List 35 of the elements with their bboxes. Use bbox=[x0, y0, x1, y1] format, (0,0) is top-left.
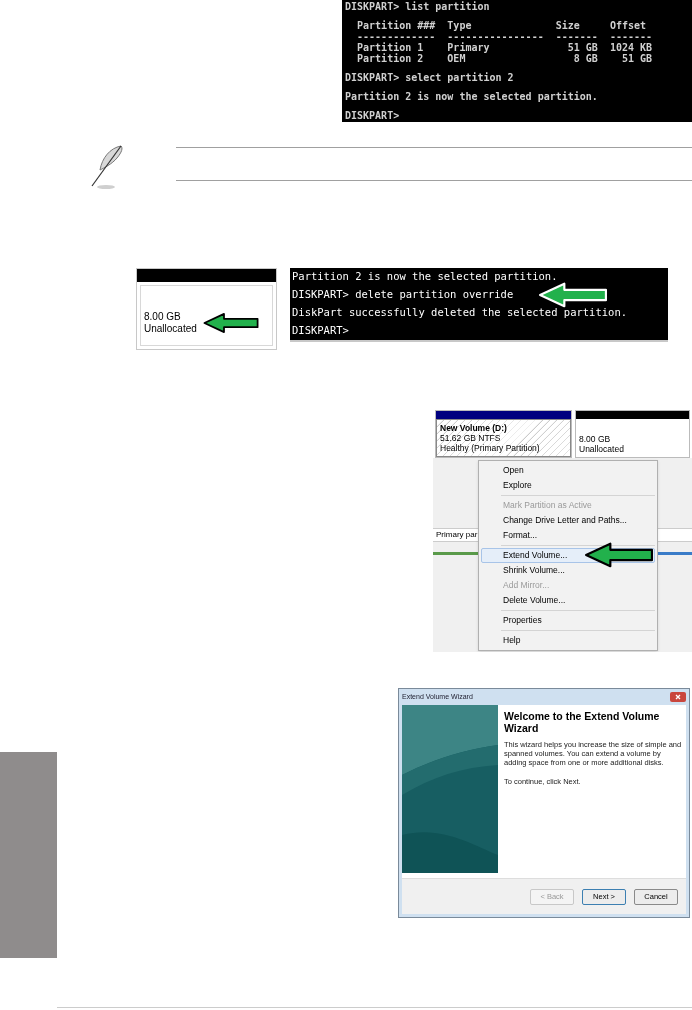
arrow-icon bbox=[584, 542, 654, 568]
menu-item[interactable]: Explore bbox=[481, 478, 655, 493]
menu-item[interactable]: Help bbox=[481, 633, 655, 648]
partition-size: 8.00 GB bbox=[144, 311, 182, 323]
volume-size: 51.62 GB NTFS bbox=[440, 433, 502, 443]
partition-block[interactable]: 8.00 GB Unallocated bbox=[575, 410, 690, 458]
volume-status: Healthy (Primary Partition) bbox=[440, 443, 541, 453]
terminal-line: DISKPART> list partition bbox=[345, 1, 491, 12]
terminal-line: DISKPART> select partition 2 bbox=[345, 72, 515, 83]
terminal-line: Partition 2 is now the selected partition. bbox=[292, 269, 558, 285]
menu-item[interactable]: Format... bbox=[481, 528, 655, 543]
menu-item[interactable]: Open bbox=[481, 463, 655, 478]
volume-status: Unallocated bbox=[579, 444, 625, 454]
menu-item[interactable]: Delete Volume... bbox=[481, 593, 655, 608]
terminal-line: DISKPART> delete partition override bbox=[292, 287, 514, 303]
legend-label: Primary par bbox=[436, 530, 478, 540]
volume-name: New Volume (D:) bbox=[440, 423, 508, 433]
wizard-heading: Welcome to the Extend Volume Wizard bbox=[504, 710, 661, 734]
terminal-line: Partition 2 is now the selected partition. bbox=[345, 91, 599, 102]
close-icon[interactable] bbox=[670, 692, 686, 702]
terminal-line: DiskPart successfully deleted the selected partition. bbox=[292, 305, 628, 321]
terminal-line: ------------- ---------------- ------- ------- bbox=[356, 31, 654, 42]
terminal-line: Partition ### Type Size Offset bbox=[356, 20, 648, 31]
partition-block[interactable]: New Volume (D:) 51.62 GB NTFS Healthy (Primary Partition) bbox=[435, 410, 572, 458]
menu-item[interactable]: Shrink Volume... bbox=[481, 563, 655, 578]
terminal-line: Partition 2 OEM 8 GB 51 GB bbox=[356, 53, 654, 64]
feather-icon bbox=[90, 144, 126, 190]
menu-item[interactable]: Change Drive Letter and Paths... bbox=[481, 513, 655, 528]
terminal-line: DISKPART> bbox=[292, 323, 349, 339]
menu-item[interactable]: Properties bbox=[481, 613, 655, 628]
terminal-line: Partition 1 Primary 51 GB 1024 KB bbox=[356, 42, 654, 53]
volume-size: 8.00 GB bbox=[579, 434, 612, 444]
arrow-icon bbox=[202, 311, 259, 335]
terminal-line: DISKPART> bbox=[345, 110, 401, 121]
partition-status: Unallocated bbox=[144, 323, 197, 335]
